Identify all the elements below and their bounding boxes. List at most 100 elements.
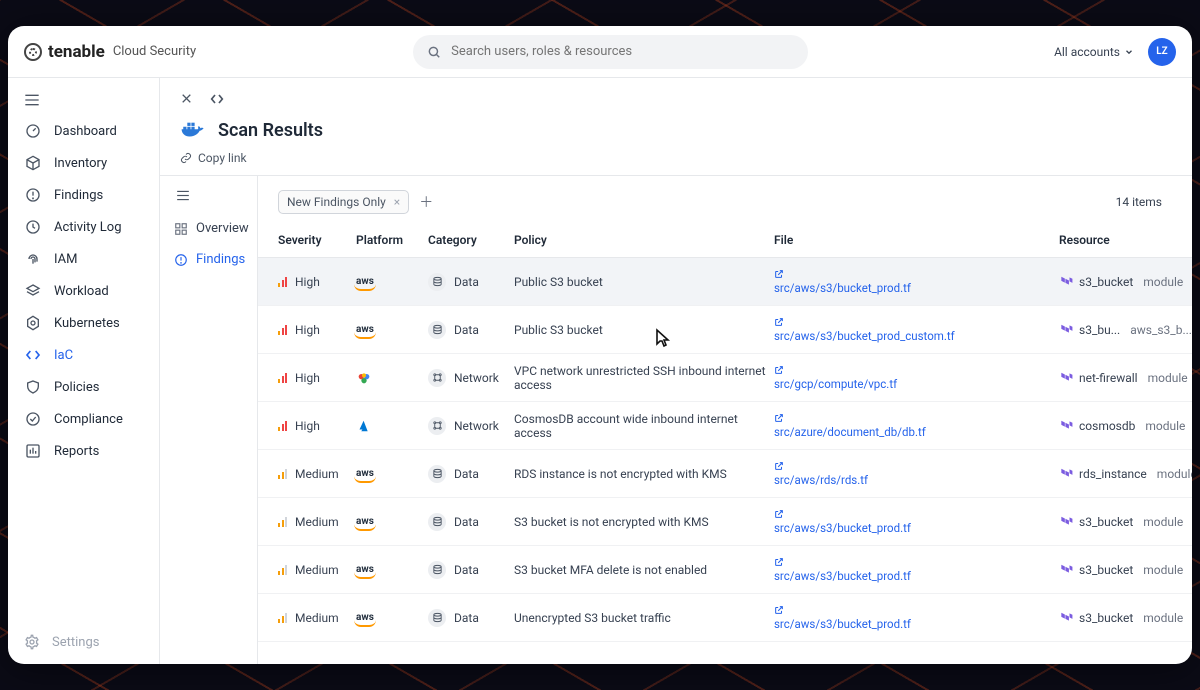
file-cell[interactable]: src/aws/s3/bucket_prod.tf xyxy=(774,509,1059,535)
severity-label: High xyxy=(295,419,320,433)
severity-cell: High xyxy=(278,323,356,337)
file-cell[interactable]: src/aws/s3/bucket_prod.tf xyxy=(774,269,1059,295)
table-row[interactable]: MediumawsDataS3 bucket MFA delete is not… xyxy=(258,546,1192,594)
col-resource[interactable]: Resource xyxy=(1059,233,1192,247)
external-link-icon[interactable] xyxy=(774,317,1059,327)
category-icon xyxy=(428,465,446,483)
table-row[interactable]: HighawsDataPublic S3 bucketsrc/aws/s3/bu… xyxy=(258,306,1192,354)
sidebar-item-dashboard[interactable]: Dashboard xyxy=(8,116,159,146)
close-icon[interactable]: × xyxy=(394,195,400,209)
resource-cell: s3_bucketmodule xyxy=(1059,563,1192,577)
sidebar-item-findings[interactable]: Findings xyxy=(8,180,159,210)
external-link-icon[interactable] xyxy=(774,461,1059,471)
sidebar-item-label: Reports xyxy=(54,444,99,459)
filter-chip-new-findings[interactable]: New Findings Only × xyxy=(278,190,409,214)
col-severity[interactable]: Severity xyxy=(278,233,356,247)
app-window: tenable Cloud Security All accounts LZ xyxy=(8,26,1192,664)
severity-label: Medium xyxy=(295,563,339,577)
external-link-icon[interactable] xyxy=(774,557,1059,567)
severity-cell: High xyxy=(278,275,356,289)
table-row[interactable]: MediumawsDataS3 bucket is not encrypted … xyxy=(258,498,1192,546)
terraform-icon xyxy=(1059,419,1073,433)
terraform-icon xyxy=(1059,275,1073,289)
platform-cell: aws xyxy=(356,564,428,575)
severity-bars-icon xyxy=(278,373,287,383)
file-cell[interactable]: src/azure/document_db/db.tf xyxy=(774,413,1059,439)
severity-label: Medium xyxy=(295,467,339,481)
file-path[interactable]: src/aws/s3/bucket_prod.tf xyxy=(774,569,1059,583)
category-label: Network xyxy=(454,371,499,385)
sidebar-item-inventory[interactable]: Inventory xyxy=(8,148,159,178)
gauge-icon xyxy=(24,123,42,139)
subnav-overview[interactable]: Overview xyxy=(160,213,257,244)
collapse-icon[interactable] xyxy=(209,93,225,105)
user-avatar[interactable]: LZ xyxy=(1148,38,1176,66)
external-link-icon[interactable] xyxy=(774,509,1059,519)
link-icon xyxy=(180,152,192,164)
aws-icon: aws xyxy=(356,564,374,575)
external-link-icon[interactable] xyxy=(774,413,1059,423)
terraform-icon xyxy=(1059,611,1073,625)
severity-cell: Medium xyxy=(278,467,356,481)
table-row[interactable]: HighawsDataPublic S3 bucketsrc/aws/s3/bu… xyxy=(258,258,1192,306)
terraform-icon xyxy=(1059,467,1073,481)
table-row[interactable]: HighNetworkVPC network unrestricted SSH … xyxy=(258,354,1192,402)
sidebar-item-policies[interactable]: Policies xyxy=(8,372,159,402)
sidebar-item-reports[interactable]: Reports xyxy=(8,436,159,466)
subnav: Overview Findings xyxy=(160,176,258,664)
external-link-icon[interactable] xyxy=(774,605,1059,615)
platform-cell: aws xyxy=(356,276,428,287)
file-cell[interactable]: src/aws/s3/bucket_prod.tf xyxy=(774,557,1059,583)
subnav-menu-icon[interactable] xyxy=(160,190,257,213)
fingerprint-icon xyxy=(24,251,42,267)
severity-cell: Medium xyxy=(278,515,356,529)
sidebar-item-iam[interactable]: IAM xyxy=(8,244,159,274)
terraform-icon xyxy=(1059,323,1073,337)
kubernetes-icon xyxy=(24,315,42,331)
file-path[interactable]: src/aws/s3/bucket_prod.tf xyxy=(774,521,1059,535)
col-file[interactable]: File xyxy=(774,233,1059,247)
col-platform[interactable]: Platform xyxy=(356,233,428,247)
resource-module: module xyxy=(1145,419,1185,433)
file-path[interactable]: src/gcp/compute/vpc.tf xyxy=(774,377,1059,391)
platform-cell xyxy=(356,370,428,386)
severity-bars-icon xyxy=(278,469,287,479)
sidebar-toggle[interactable] xyxy=(8,88,159,116)
table-row[interactable]: MediumawsDataUnencrypted S3 bucket traff… xyxy=(258,594,1192,642)
table-row[interactable]: HighNetworkCosmosDB account wide inbound… xyxy=(258,402,1192,450)
sidebar-item-iac[interactable]: IaC xyxy=(8,340,159,370)
subnav-findings[interactable]: Findings xyxy=(160,244,257,275)
close-icon[interactable] xyxy=(180,92,193,105)
sidebar-settings[interactable]: Settings xyxy=(8,624,159,664)
findings-table: New Findings Only × ＋ 14 items Severity … xyxy=(258,176,1192,664)
severity-bars-icon xyxy=(278,277,287,287)
table-body[interactable]: HighawsDataPublic S3 bucketsrc/aws/s3/bu… xyxy=(258,258,1192,664)
resource-module: module xyxy=(1148,371,1188,385)
file-cell[interactable]: src/gcp/compute/vpc.tf xyxy=(774,365,1059,391)
sidebar-item-activity-log[interactable]: Activity Log xyxy=(8,212,159,242)
check-badge-icon xyxy=(24,411,42,427)
sidebar-item-workload[interactable]: Workload xyxy=(8,276,159,306)
add-filter-button[interactable]: ＋ xyxy=(419,192,433,212)
copy-link-button[interactable]: Copy link xyxy=(180,151,1172,165)
file-path[interactable]: src/aws/s3/bucket_prod.tf xyxy=(774,617,1059,631)
sidebar-item-kubernetes[interactable]: Kubernetes xyxy=(8,308,159,338)
sidebar-item-label: Compliance xyxy=(54,412,123,427)
external-link-icon[interactable] xyxy=(774,269,1059,279)
file-path[interactable]: src/azure/document_db/db.tf xyxy=(774,425,1059,439)
file-path[interactable]: src/aws/s3/bucket_prod.tf xyxy=(774,281,1059,295)
table-row[interactable]: MediumawsDataRDS instance is not encrypt… xyxy=(258,450,1192,498)
col-policy[interactable]: Policy xyxy=(514,233,774,247)
file-cell[interactable]: src/aws/rds/rds.tf xyxy=(774,461,1059,487)
account-selector[interactable]: All accounts xyxy=(1054,45,1134,59)
col-category[interactable]: Category xyxy=(428,233,514,247)
category-cell: Network xyxy=(428,369,514,387)
file-path[interactable]: src/aws/rds/rds.tf xyxy=(774,473,1059,487)
file-cell[interactable]: src/aws/s3/bucket_prod.tf xyxy=(774,605,1059,631)
search-input[interactable] xyxy=(451,44,794,59)
external-link-icon[interactable] xyxy=(774,365,1059,375)
global-search[interactable] xyxy=(413,35,808,69)
sidebar-item-compliance[interactable]: Compliance xyxy=(8,404,159,434)
file-path[interactable]: src/aws/s3/bucket_prod_custom.tf xyxy=(774,329,1059,343)
file-cell[interactable]: src/aws/s3/bucket_prod_custom.tf xyxy=(774,317,1059,343)
